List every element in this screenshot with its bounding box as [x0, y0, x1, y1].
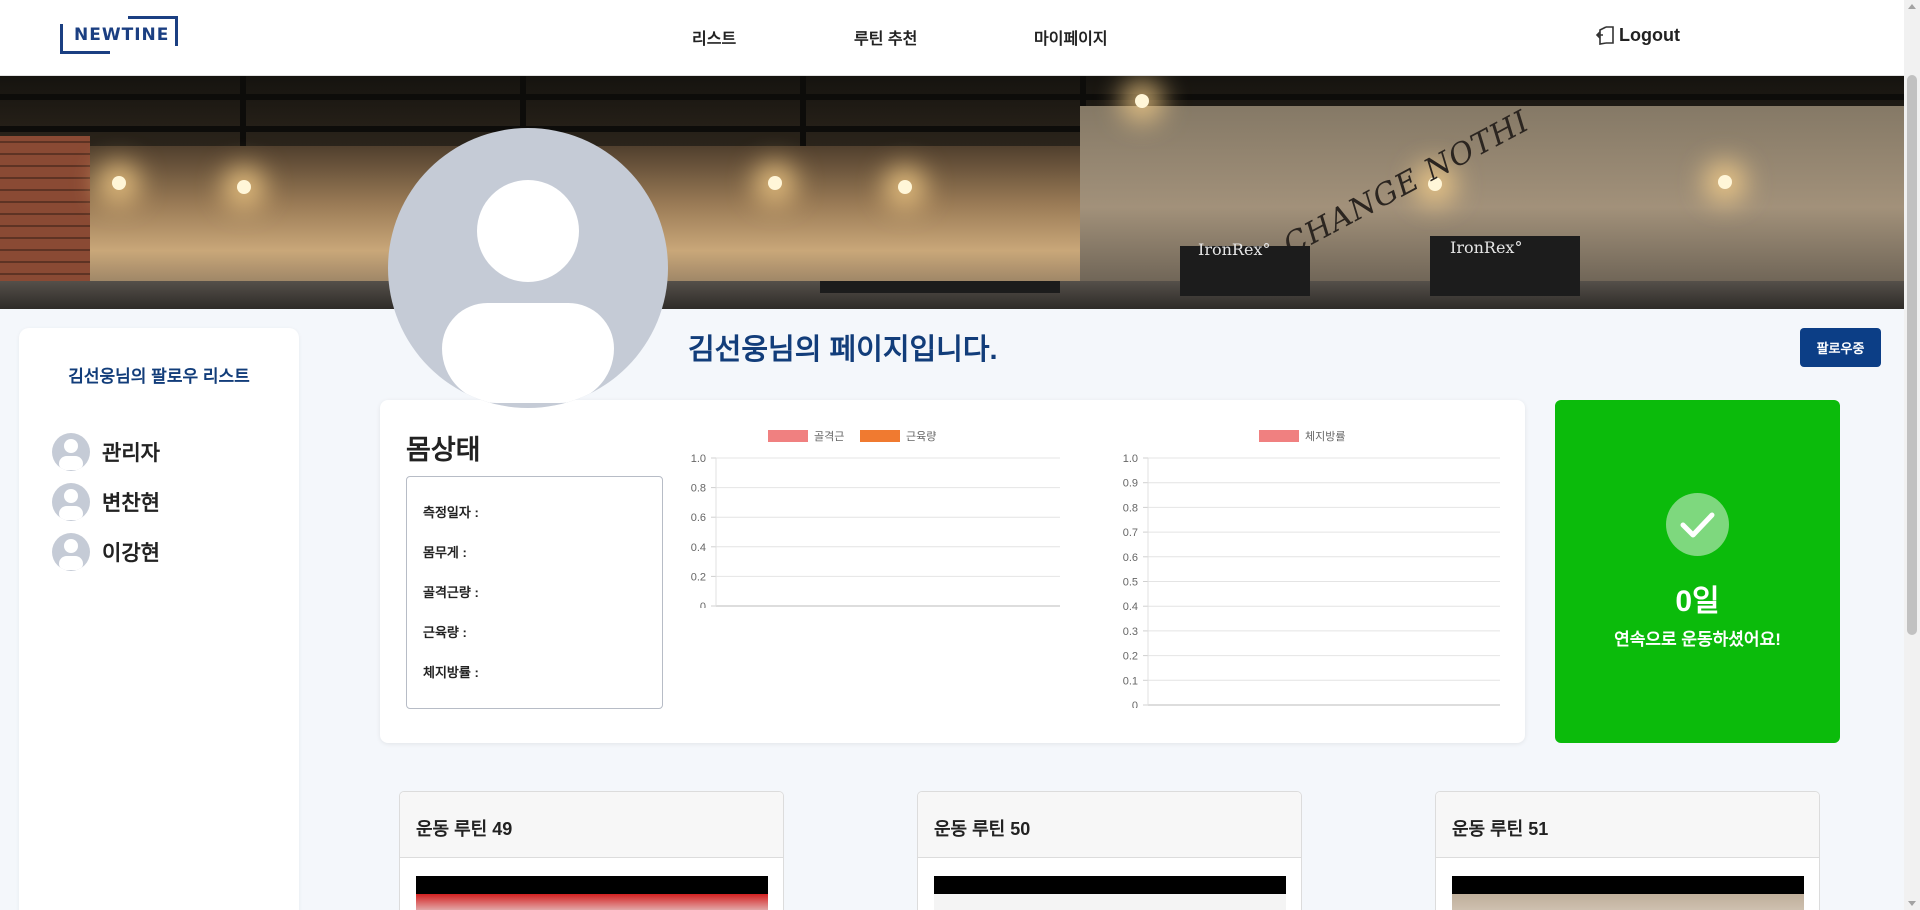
banner-beam: [240, 76, 246, 146]
follower-name: 변찬현: [102, 492, 160, 515]
nav-item-mypage[interactable]: 마이페이지: [1034, 25, 1108, 49]
streak-message: 연속으로 운동하셨어요!: [1614, 630, 1781, 649]
banner-light: [1718, 175, 1732, 189]
following-button[interactable]: 팔로우중: [1800, 328, 1881, 367]
routine-thumbnail[interactable]: [1452, 876, 1804, 910]
routine-title: 운동 루틴 51: [1436, 792, 1819, 858]
streak-card: 0일 연속으로 운동하셨어요!: [1555, 400, 1840, 743]
muscle-chart: 골격근 근육량 1.0 0.8 0.6 0.4 0.2 0: [670, 428, 1060, 608]
banner-light: [112, 176, 126, 190]
follow-list-title: 김선웅님의 팔로우 리스트: [68, 367, 250, 386]
streak-days: 0일: [1675, 585, 1720, 618]
logout-label: Logout: [1619, 24, 1680, 45]
follower-name: 이강현: [102, 542, 160, 565]
logout-icon: [1595, 26, 1614, 45]
banner-light: [768, 176, 782, 190]
banner-brand-tag: IronRex°: [1450, 238, 1523, 257]
scrollbar-thumb[interactable]: [1907, 75, 1917, 635]
logo-text: NEWTINE: [74, 25, 170, 45]
banner-rack: [820, 281, 1060, 293]
muscle-mass-label: 근육량 :: [423, 625, 467, 640]
skeletal-muscle-label: 골격근량 :: [423, 585, 479, 600]
avatar-icon: [52, 483, 90, 521]
body-status-heading: 몸상태: [406, 435, 481, 465]
banner-beam: [0, 94, 1904, 100]
chart-y-tick-label: 0.4: [1123, 601, 1138, 613]
logout-button[interactable]: Logout: [1594, 24, 1680, 46]
muscle-chart-plot: 1.0 0.8 0.6 0.4 0.2 0: [691, 453, 1060, 608]
banner-light: [898, 180, 912, 194]
chart-y-tick-label: 0.9: [1123, 478, 1138, 490]
routine-title: 운동 루틴 50: [918, 792, 1301, 858]
chart-y-tick-label: 1.0: [1123, 453, 1138, 465]
chart-y-tick-label: 1.0: [691, 453, 706, 465]
avatar-head: [477, 180, 579, 282]
routine-card[interactable]: 운동 루틴 49: [399, 791, 784, 910]
avatar-icon: [52, 533, 90, 571]
page-title: 김선웅님의 페이지입니다.: [688, 334, 998, 366]
chart-y-tick-label: 0.8: [691, 483, 706, 495]
follower-item[interactable]: 변찬현: [52, 483, 160, 521]
chart-y-tick-label: 0: [1132, 700, 1138, 708]
profile-banner-image: CHANGE NOTHI IronRex° IronRex°: [0, 76, 1904, 309]
measure-date-label: 측정일자 :: [423, 505, 479, 520]
top-navbar: NEWTINE 리스트 루틴 추천 마이페이지 Logout: [0, 0, 1904, 76]
avatar-icon: [52, 433, 90, 471]
avatar-torso: [442, 303, 614, 403]
routine-card[interactable]: 운동 루틴 50: [917, 791, 1302, 910]
body-fat-chart: 체지방률 1.0 0.9 0.8 0.7 0.6 0.5 0.4 0.3 0.2 0.1 0: [1100, 428, 1500, 708]
chart-y-tick-label: 0.6: [1123, 552, 1138, 564]
chart-y-tick-label: 0.4: [691, 542, 706, 554]
check-icon: [1666, 493, 1729, 556]
chart-y-tick-label: 0.1: [1123, 675, 1138, 687]
weight-label: 몸무게 :: [423, 545, 467, 560]
page-scrollbar[interactable]: [1904, 0, 1920, 910]
follow-list-sidebar: 김선웅님의 팔로우 리스트 관리자 변찬현 이강현: [19, 328, 299, 910]
scroll-down-arrow-icon[interactable]: [1908, 901, 1916, 906]
chart-y-tick-label: 0.7: [1123, 527, 1138, 539]
follower-name: 관리자: [102, 442, 160, 465]
nav-item-list[interactable]: 리스트: [692, 25, 736, 49]
chart-y-tick-label: 0.3: [1123, 626, 1138, 638]
routine-thumbnail[interactable]: [416, 876, 768, 910]
banner-light: [1135, 94, 1149, 108]
body-fat-chart-plot: 1.0 0.9 0.8 0.7 0.6 0.5 0.4 0.3 0.2 0.1 0: [1123, 453, 1500, 708]
logo-frame-bottom: [60, 51, 110, 54]
measurement-box: 측정일자 : 몸무게 : 골격근량 : 근육량 : 체지방률 :: [406, 476, 663, 709]
chart-y-tick-label: 0.2: [691, 571, 706, 583]
routine-title: 운동 루틴 49: [400, 792, 783, 858]
routine-thumbnail[interactable]: [934, 876, 1286, 910]
logo-frame-left: [60, 24, 63, 54]
chart-y-tick-label: 0.8: [1123, 502, 1138, 514]
follower-item[interactable]: 관리자: [52, 433, 160, 471]
profile-avatar: [388, 128, 668, 408]
follower-item[interactable]: 이강현: [52, 533, 160, 571]
banner-beam: [800, 76, 806, 146]
body-fat-label: 체지방률 :: [423, 665, 479, 680]
chart-y-tick-label: 0: [700, 601, 706, 608]
logo-frame-top: [128, 16, 178, 19]
body-status-card: 몸상태 측정일자 : 몸무게 : 골격근량 : 근육량 : 체지방률 : 골격근…: [380, 400, 1525, 743]
banner-light: [237, 180, 251, 194]
newtine-logo[interactable]: NEWTINE: [60, 16, 178, 54]
chart-y-tick-label: 0.6: [691, 512, 706, 524]
chart-y-tick-label: 0.2: [1123, 651, 1138, 663]
scroll-up-arrow-icon[interactable]: [1908, 4, 1916, 9]
nav-item-routine-recommend[interactable]: 루틴 추천: [854, 25, 917, 49]
chart-y-tick-label: 0.5: [1123, 577, 1138, 589]
logo-frame-right: [175, 16, 178, 46]
banner-brand-tag: IronRex°: [1198, 240, 1271, 259]
routine-card[interactable]: 운동 루틴 51: [1435, 791, 1820, 910]
